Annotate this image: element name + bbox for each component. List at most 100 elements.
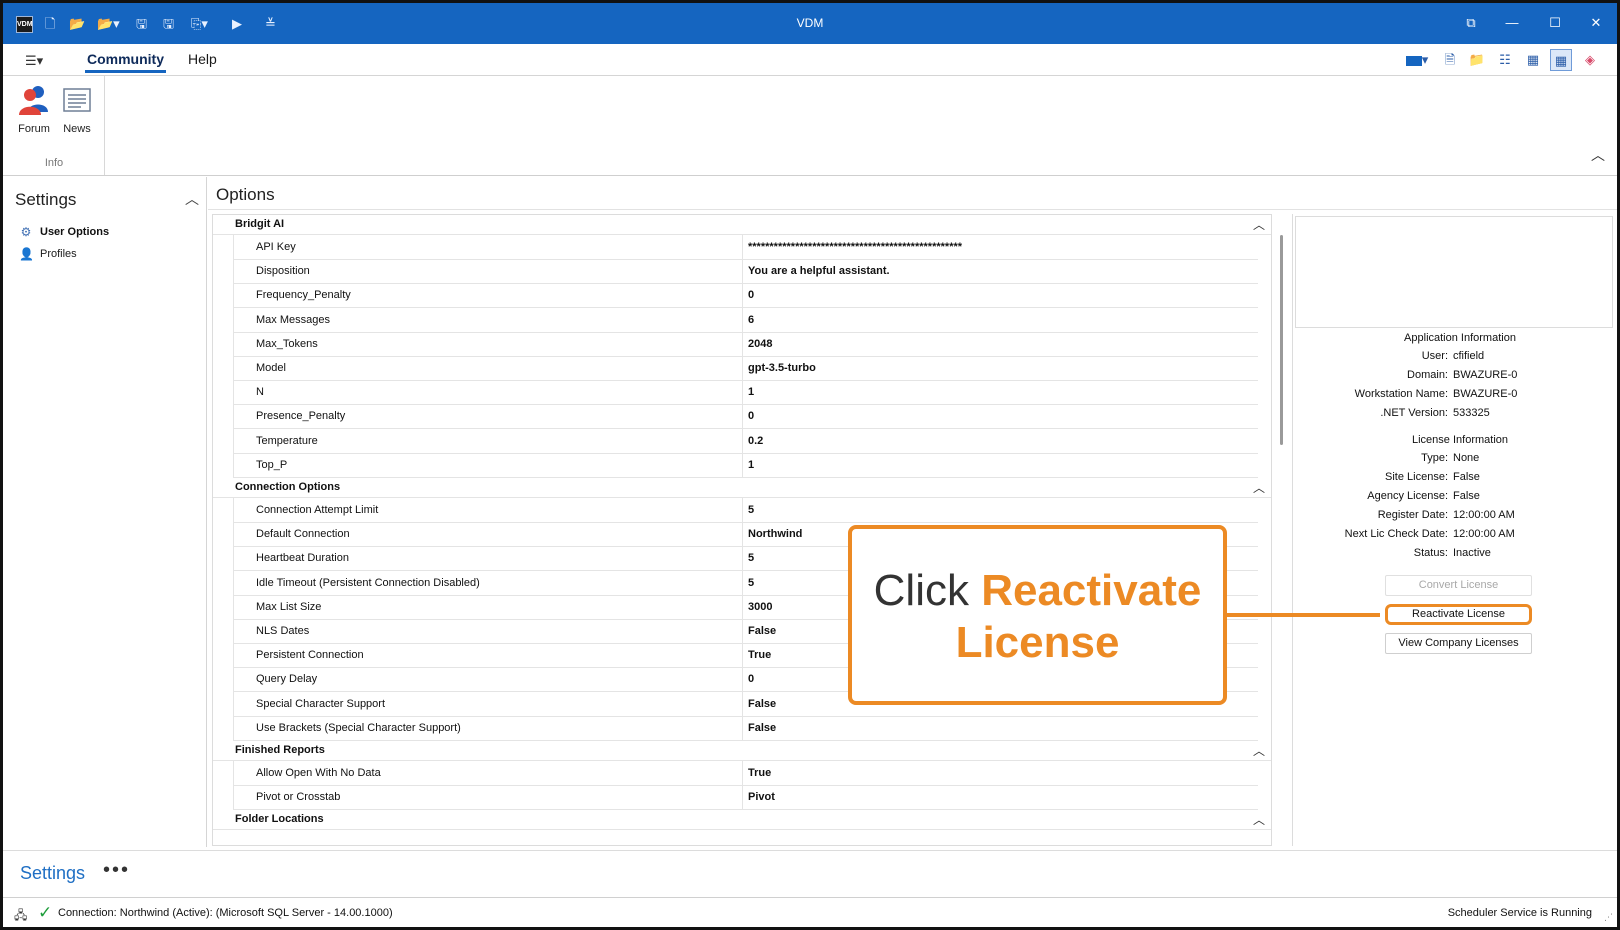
property-row[interactable]: Allow Open With No Data True	[233, 761, 1258, 786]
callout-connector	[1227, 613, 1380, 617]
property-name: Allow Open With No Data	[256, 767, 381, 779]
property-row[interactable]: API Key *********************************…	[233, 235, 1258, 260]
license-info-title: License Information	[1412, 434, 1508, 446]
property-name: Presence_Penalty	[256, 410, 346, 423]
view-company-licenses-button[interactable]: View Company Licenses	[1385, 633, 1532, 654]
grid-scrollbar[interactable]	[1280, 235, 1283, 445]
news-button[interactable]: News	[55, 84, 99, 135]
maximize-icon[interactable]: ☐	[1544, 13, 1566, 33]
nav-settings-link[interactable]: Settings	[20, 863, 85, 884]
category-label: Bridgit AI	[235, 218, 285, 230]
news-label: News	[63, 123, 91, 135]
new-document-icon[interactable]: 🗎	[1439, 49, 1461, 71]
connection-icon[interactable]: 🖧	[14, 906, 27, 927]
property-row[interactable]: Pivot or Crosstab Pivot	[233, 785, 1258, 811]
convert-license-button[interactable]: Convert License	[1385, 575, 1532, 596]
category-header[interactable]: Folder Locations ︿	[213, 810, 1271, 831]
chevron-up-icon[interactable]: ︿	[1253, 216, 1265, 233]
forum-label: Forum	[18, 123, 50, 135]
property-row[interactable]: Presence_Penalty 0	[233, 404, 1258, 430]
category-header[interactable]: Bridgit AI ︿	[213, 215, 1271, 235]
property-value[interactable]: True	[748, 767, 771, 779]
property-value[interactable]: 5	[748, 504, 754, 516]
property-row[interactable]: Max Messages 6	[233, 307, 1258, 333]
property-row[interactable]: Frequency_Penalty 0	[233, 283, 1258, 309]
property-row[interactable]: Top_P 1	[233, 452, 1258, 478]
grid-view-icon[interactable]: ▦	[1522, 49, 1544, 71]
theme-color-icon[interactable]: ▾	[1401, 49, 1433, 71]
property-value[interactable]: 0	[748, 673, 754, 685]
category-label: Folder Locations	[235, 813, 324, 826]
property-value[interactable]: 0	[748, 289, 754, 301]
property-value[interactable]: ****************************************…	[748, 241, 962, 253]
logo-area	[1295, 216, 1613, 328]
column-divider	[742, 452, 743, 478]
property-value[interactable]: 6	[748, 314, 754, 326]
property-row[interactable]: Max_Tokens 2048	[233, 331, 1258, 357]
tab-help[interactable]: Help	[188, 51, 217, 67]
ribbon-tab-row: ☰▾ Community Help ▾ 🗎 📁 ☷ ▦ ▦ ◈	[3, 44, 1617, 76]
property-row[interactable]: N1	[233, 380, 1258, 406]
property-value[interactable]: 1	[748, 386, 754, 398]
property-value[interactable]: False	[748, 625, 776, 637]
restore-layout-icon[interactable]: ⧉	[1460, 13, 1482, 33]
sidebar-item-user-options[interactable]: ⚙ User Options	[19, 223, 109, 241]
sidebar-item-profiles[interactable]: 👤 Profiles	[19, 245, 77, 263]
list-view-icon[interactable]: ☷	[1494, 49, 1516, 71]
license-site: Site License: False	[1385, 471, 1480, 483]
tile-view-icon[interactable]: ▦	[1550, 49, 1572, 71]
ribbon-group-label: Info	[44, 157, 64, 169]
chevron-up-icon[interactable]: ︿	[1253, 811, 1265, 828]
reactivate-license-button[interactable]: Reactivate License	[1385, 604, 1532, 625]
options-title: Options	[216, 185, 275, 204]
property-row[interactable]: Use Brackets (Special Character Support)…	[233, 715, 1258, 741]
property-value[interactable]: 1	[748, 459, 754, 471]
property-value[interactable]: 2048	[748, 338, 772, 350]
tab-community[interactable]: Community	[85, 51, 166, 73]
column-divider	[742, 546, 743, 572]
settings-pane-title: Settings	[15, 190, 77, 209]
chevron-up-icon[interactable]: ︿	[185, 189, 199, 209]
property-value[interactable]: gpt-3.5-turbo	[748, 362, 816, 374]
property-value[interactable]: You are a helpful assistant.	[748, 265, 890, 277]
category-header[interactable]: Connection Options ︿	[213, 478, 1271, 498]
column-divider	[742, 331, 743, 357]
category-header[interactable]: Finished Reports ︿	[213, 741, 1271, 761]
property-row[interactable]: Model gpt-3.5-turbo	[233, 356, 1258, 381]
ribbon-group-info: Forum News Info	[3, 76, 105, 175]
property-value[interactable]: 3000	[748, 601, 772, 613]
property-value[interactable]: False	[748, 722, 776, 734]
property-name: Max Messages	[256, 313, 330, 326]
resize-grip-icon[interactable]: ⋰	[1604, 912, 1613, 923]
property-row[interactable]: Temperature 0.2	[233, 428, 1258, 454]
column-divider	[742, 715, 743, 741]
collapse-ribbon-icon[interactable]: ︿	[1591, 145, 1605, 165]
property-value[interactable]: 0.2	[748, 435, 763, 447]
license-status: Status: Inactive	[1413, 547, 1491, 559]
property-value[interactable]: Pivot	[748, 791, 775, 803]
property-value[interactable]: 0	[748, 410, 754, 422]
eraser-icon[interactable]: ◈	[1579, 49, 1601, 71]
property-row[interactable]: Connection Attempt Limit 5	[233, 498, 1258, 523]
column-divider	[742, 761, 743, 786]
property-value[interactable]: 5	[748, 577, 754, 589]
folder-icon[interactable]: 📁	[1466, 49, 1488, 71]
minimize-icon[interactable]: —	[1501, 13, 1523, 33]
column-divider	[742, 498, 743, 523]
property-name: Heartbeat Duration	[256, 552, 349, 565]
sidebar-item-label: User Options	[40, 226, 110, 238]
close-icon[interactable]: ✕	[1585, 13, 1607, 33]
property-value[interactable]: True	[748, 649, 771, 661]
file-menu-icon[interactable]: ☰▾	[25, 53, 43, 69]
chevron-up-icon[interactable]: ︿	[1253, 479, 1265, 496]
property-name: Query Delay	[256, 673, 318, 686]
property-name: Frequency_Penalty	[256, 289, 351, 302]
forum-button[interactable]: Forum	[12, 84, 56, 135]
property-value[interactable]: Northwind	[748, 528, 802, 540]
property-value[interactable]: 5	[748, 552, 754, 564]
app-window: VDM 🗋 📂 📂▾ 🖫 🖫 ⎘▾ ▶ ≚ VDM ⧉ — ☐ ✕ ☰▾ Com…	[0, 0, 1620, 930]
property-value[interactable]: False	[748, 698, 776, 710]
more-icon[interactable]: •••	[103, 859, 130, 882]
chevron-up-icon[interactable]: ︿	[1253, 742, 1265, 759]
property-row[interactable]: Disposition You are a helpful assistant.	[233, 259, 1258, 285]
